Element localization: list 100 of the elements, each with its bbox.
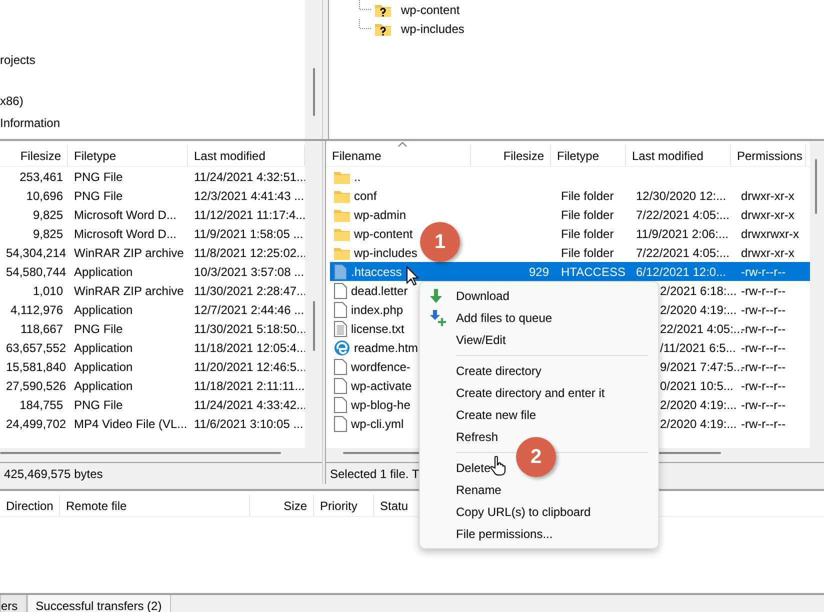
table-cell-text: Application xyxy=(73,264,134,280)
tree-line xyxy=(359,0,371,10)
table-cell-text: 2/2020 4:19:... xyxy=(660,302,737,318)
table-cell-text: 12/30/2020 12:... xyxy=(636,188,726,204)
column-header[interactable]: Filetype xyxy=(68,145,188,166)
column-header[interactable]: Filetype xyxy=(551,145,626,166)
table-cell-text: -rw-r--r-- xyxy=(741,416,786,432)
file-name[interactable]: conf xyxy=(330,186,377,205)
folder-icon xyxy=(334,226,350,240)
table-cell-text: 11/9/2021 1:58:05 ... xyxy=(193,226,304,242)
menu-item[interactable]: View/Edit xyxy=(420,329,658,351)
column-header[interactable]: Size xyxy=(250,495,314,516)
table-cell-text: 929 xyxy=(528,264,549,280)
download-arrow-icon xyxy=(430,289,442,303)
table-cell-text: Application xyxy=(73,378,134,394)
splitter[interactable] xyxy=(322,0,329,139)
file-name[interactable]: wp-activate xyxy=(330,376,412,395)
table-cell-text: 10/3/2021 3:57:08 ... xyxy=(193,264,305,280)
table-cell-text: 22/2021 4:05:... xyxy=(660,320,744,338)
menu-item[interactable]: Create new file xyxy=(420,404,658,426)
table-cell-text: 11/30/2021 2:28:47... xyxy=(193,282,305,300)
file-name[interactable]: wp-cli.yml xyxy=(330,414,404,433)
table-cell-text: 9/2021 7:47:5... xyxy=(660,358,744,376)
table-cell-text: 27,590,526 xyxy=(5,378,68,394)
table-cell-text: 2/2021 6:18:... xyxy=(660,282,737,300)
table-cell-text: HTACCESS xyxy=(561,264,626,280)
table-cell-text: 11/8/2021 12:25:02... xyxy=(193,244,305,262)
file-name[interactable]: index.php xyxy=(330,300,404,319)
table-cell-text: 11/30/2021 5:18:50... xyxy=(193,320,305,338)
column-header[interactable]: Last modified xyxy=(626,145,731,166)
scrollbar-thumb[interactable] xyxy=(313,301,315,351)
tree-item[interactable]: rojects xyxy=(0,51,42,69)
table-cell-text: 15,581,840 xyxy=(5,358,68,376)
hand-cursor-icon xyxy=(490,456,506,476)
table-cell-text: 11/12/2021 11:17:4... xyxy=(193,206,305,224)
tab[interactable]: ers xyxy=(0,595,27,612)
table-cell-text: -rw-r--r-- xyxy=(741,378,786,394)
column-header[interactable]: Permissions xyxy=(731,145,806,166)
file-name[interactable]: license.txt xyxy=(330,319,404,338)
menu-item[interactable]: Download xyxy=(420,285,658,307)
tree-line xyxy=(359,19,371,29)
file-name[interactable]: .. xyxy=(330,167,361,186)
pointer-cursor-icon xyxy=(406,266,419,286)
scrollbar-thumb[interactable] xyxy=(313,68,315,116)
file-name[interactable]: wp-blog-he xyxy=(330,395,410,414)
file-name[interactable]: wordfence- xyxy=(330,357,410,376)
table-cell-text: 54,580,744 xyxy=(5,264,68,280)
table-cell-text: 11/18/2021 2:11:11... xyxy=(193,378,305,394)
status-text: 425,469,575 bytes xyxy=(4,466,103,482)
menu-item[interactable]: File permissions... xyxy=(420,523,658,545)
file-name[interactable]: dead.letter xyxy=(330,281,408,300)
file-icon xyxy=(334,302,347,318)
table-cell-text: WinRAR ZIP archive xyxy=(73,282,185,300)
table-cell-text: -rw-r--r-- xyxy=(741,282,786,300)
status-text: Selected 1 file. T xyxy=(330,466,420,482)
table-cell-text: 6/12/2021 12:0... xyxy=(636,264,726,280)
column-header[interactable]: Remote file xyxy=(60,495,250,516)
globe-icon xyxy=(334,340,350,356)
folder-icon xyxy=(334,208,350,222)
file-name[interactable]: wp-admin xyxy=(330,205,406,224)
table-cell-text: 0/2021 10:5... xyxy=(660,378,734,394)
menu-item[interactable]: Create directory xyxy=(420,360,658,382)
tree-item[interactable]: x86) xyxy=(0,92,30,110)
table-cell-text: -rw-r--r-- xyxy=(741,396,786,414)
table-cell-text: 11/6/2021 3:10:05 ... xyxy=(193,416,304,432)
file-name[interactable]: readme.htm xyxy=(330,338,418,357)
table-cell-text: 10,696 xyxy=(25,188,64,204)
scrollbar-thumb[interactable] xyxy=(0,452,281,454)
column-header[interactable]: Filesize xyxy=(0,145,68,166)
column-header[interactable]: Direction xyxy=(0,495,60,516)
folder-icon xyxy=(334,170,350,184)
column-header[interactable]: Filename xyxy=(326,145,471,166)
table-cell-text: 7/22/2021 4:05:... xyxy=(636,244,730,262)
file-icon xyxy=(334,416,347,432)
column-header[interactable]: Filesize xyxy=(471,145,551,166)
table-cell-text: 12/3/2021 4:41:43 ... xyxy=(193,188,305,204)
table-cell-text: Application xyxy=(73,340,134,356)
file-name[interactable]: wp-includes xyxy=(330,243,418,262)
table-cell-text: -rw-r--r-- xyxy=(741,320,786,338)
table-cell-text: drwxr-xr-x xyxy=(741,188,794,204)
table-cell-text: PNG File xyxy=(73,188,124,204)
tree-item[interactable]: wp-includes xyxy=(395,20,470,38)
file-icon xyxy=(334,396,347,412)
tree-item[interactable]: wp-content xyxy=(395,0,466,18)
file-icon xyxy=(334,358,347,374)
table-cell-text: -rw-r--r-- xyxy=(741,302,786,318)
table-cell-text: Application xyxy=(73,358,134,376)
column-header[interactable]: Priority xyxy=(314,495,374,516)
table-cell-text: File folder xyxy=(561,206,614,224)
add-to-queue-icon xyxy=(430,310,446,326)
table-cell-text: 11/24/2021 4:33:42... xyxy=(193,396,305,414)
menu-item[interactable]: Create directory and enter it xyxy=(420,382,658,404)
table-cell-text: -rw-r--r-- xyxy=(741,340,786,356)
menu-item[interactable]: Add files to queue xyxy=(420,307,658,329)
folder-icon xyxy=(334,188,350,202)
table-cell-text: 1,010 xyxy=(32,282,64,300)
file-name[interactable]: wp-content xyxy=(330,224,413,243)
tree-item[interactable]: Information xyxy=(0,114,66,132)
scrollbar-thumb[interactable] xyxy=(815,159,817,214)
splitter[interactable] xyxy=(322,141,326,484)
